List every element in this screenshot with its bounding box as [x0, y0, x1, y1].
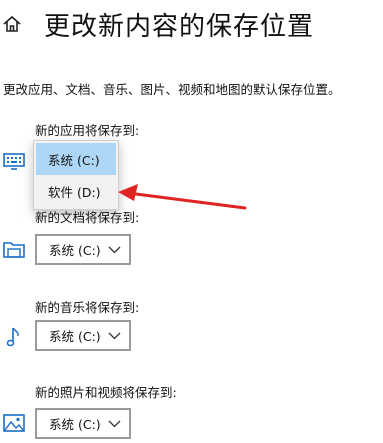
- chevron-down-icon: [108, 420, 121, 428]
- monitor-icon: [3, 153, 25, 170]
- home-icon[interactable]: [2, 14, 22, 34]
- photos-videos-save-label: 新的照片和视频将保存到:: [35, 385, 177, 400]
- music-location-dropdown[interactable]: 系统 (C:): [35, 320, 131, 351]
- music-location-value: 系统 (C:): [49, 329, 101, 344]
- apps-save-label: 新的应用将保存到:: [35, 123, 140, 138]
- page-description: 更改应用、文档、音乐、图片、视频和地图的默认保存位置。: [3, 82, 341, 97]
- documents-location-value: 系统 (C:): [49, 243, 101, 258]
- chevron-down-icon: [108, 332, 121, 340]
- folder-icon: [3, 242, 25, 258]
- chevron-down-icon: [108, 246, 121, 254]
- music-save-label: 新的音乐将保存到:: [35, 300, 140, 315]
- settings-page: 更改新内容的保存位置 更改应用、文档、音乐、图片、视频和地图的默认保存位置。 新…: [0, 0, 383, 443]
- image-icon: [3, 414, 25, 432]
- photos-videos-location-value: 系统 (C:): [49, 417, 101, 432]
- music-note-icon: [6, 327, 19, 347]
- photos-videos-location-dropdown[interactable]: 系统 (C:): [35, 408, 131, 439]
- documents-location-dropdown[interactable]: 系统 (C:): [35, 234, 131, 265]
- menu-option-c-drive[interactable]: 系统 (C:): [36, 143, 116, 175]
- annotation-arrow-icon: [118, 184, 247, 210]
- page-title: 更改新内容的保存位置: [44, 12, 315, 42]
